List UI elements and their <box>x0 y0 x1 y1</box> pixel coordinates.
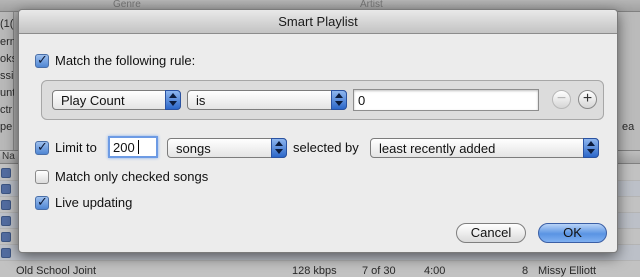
rule-field-popup[interactable]: Play Count <box>52 90 181 110</box>
selected-by-popup[interactable]: least recently added <box>370 138 599 158</box>
live-updating-checkbox[interactable]: ✓ <box>35 194 49 210</box>
cancel-button[interactable]: Cancel <box>456 223 526 243</box>
limit-amount-field[interactable]: 200 <box>108 136 158 158</box>
smart-playlist-dialog: Smart Playlist ✓ Match the following rul… <box>18 9 618 253</box>
match-rule-label: Match the following rule: <box>55 53 196 68</box>
rule-field-value: Play Count <box>61 93 125 108</box>
match-checked-label: Match only checked songs <box>55 169 209 184</box>
popup-arrows-icon <box>165 90 181 110</box>
text-caret <box>138 140 139 154</box>
match-checked-checkbox[interactable] <box>35 170 49 184</box>
add-rule-button[interactable]: + <box>578 90 597 109</box>
limit-label: Limit to <box>55 140 97 155</box>
selected-by-label: selected by <box>293 140 359 155</box>
limit-checkbox[interactable]: ✓ <box>35 139 49 155</box>
limit-amount-text: 200 <box>113 140 135 155</box>
dialog-title: Smart Playlist <box>278 14 358 29</box>
live-updating-label: Live updating <box>55 195 133 210</box>
selected-by-value: least recently added <box>379 141 496 156</box>
popup-arrows-icon <box>271 138 287 158</box>
rule-value-text: 0 <box>358 93 366 108</box>
rule-row: Play Count is 0 − + <box>41 80 604 120</box>
limit-unit-popup[interactable]: songs <box>167 138 287 158</box>
checkmark-icon: ✓ <box>37 139 48 154</box>
limit-unit-value: songs <box>176 141 211 156</box>
rule-operator-value: is <box>196 93 206 108</box>
rule-value-field[interactable]: 0 <box>353 89 539 111</box>
ok-button[interactable]: OK <box>538 223 607 243</box>
checkmark-icon: ✓ <box>37 52 48 67</box>
rule-operator-popup[interactable]: is <box>187 90 347 110</box>
popup-arrows-icon <box>331 90 347 110</box>
match-rule-checkbox[interactable]: ✓ <box>35 52 49 68</box>
popup-arrows-icon <box>583 138 599 158</box>
checkmark-icon: ✓ <box>37 194 48 209</box>
dialog-titlebar: Smart Playlist <box>19 10 617 34</box>
remove-rule-button[interactable]: − <box>552 90 571 109</box>
